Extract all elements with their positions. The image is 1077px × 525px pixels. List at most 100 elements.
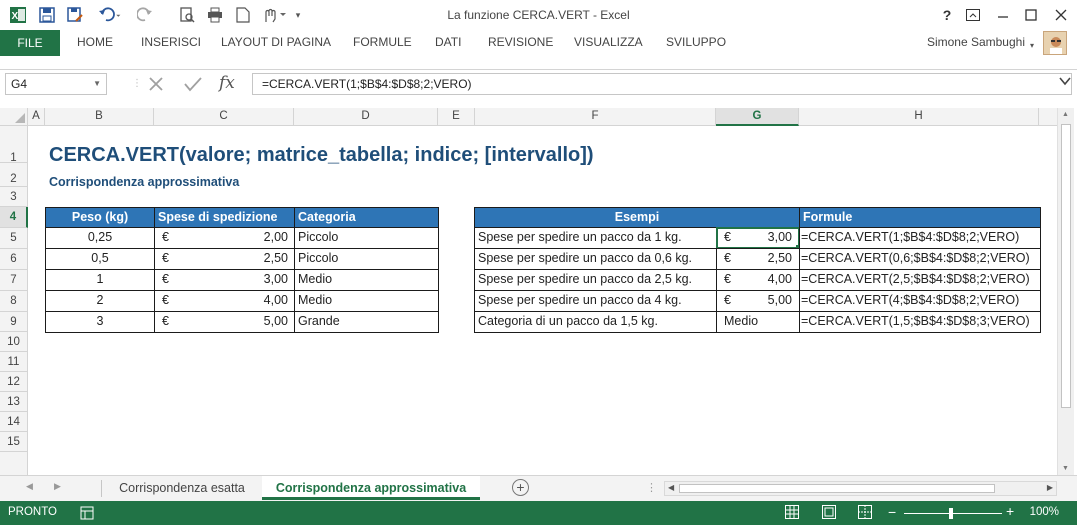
maximize-icon[interactable] xyxy=(1020,4,1042,26)
zoom-out-icon[interactable]: − xyxy=(888,504,896,520)
tab-layout-di-pagina[interactable]: LAYOUT DI PAGINA xyxy=(221,35,331,49)
vertical-scroll-thumb[interactable] xyxy=(1061,124,1071,408)
example-formula-cell[interactable]: =CERCA.VERT(1,5;$B$4:$D$8;3;VERO) xyxy=(799,311,1041,333)
row-header-10[interactable]: 10 xyxy=(0,332,28,352)
lookup-categoria-cell[interactable]: Grande xyxy=(294,311,439,333)
zoom-slider-thumb[interactable] xyxy=(949,508,953,519)
lookup-spese-cell[interactable]: € 5,00 xyxy=(154,311,295,333)
minimize-icon[interactable] xyxy=(992,4,1014,26)
column-header-c[interactable]: C xyxy=(154,108,294,126)
lookup-header-categoria[interactable]: Categoria xyxy=(294,207,439,228)
page-break-view-icon[interactable] xyxy=(858,505,872,522)
column-header-b[interactable]: B xyxy=(45,108,154,126)
row-header-6[interactable]: 6 xyxy=(0,249,28,270)
example-formula-cell[interactable]: =CERCA.VERT(2,5;$B$4:$D$8;2;VERO) xyxy=(799,269,1041,291)
example-desc-cell[interactable]: Spese per spedire un pacco da 2,5 kg. xyxy=(474,269,717,291)
examples-header-formule[interactable]: Formule xyxy=(799,207,1041,228)
new-sheet-icon[interactable]: + xyxy=(512,479,529,496)
close-icon[interactable] xyxy=(1050,4,1072,26)
lookup-peso-cell[interactable]: 2 xyxy=(45,290,155,312)
lookup-peso-cell[interactable]: 3 xyxy=(45,311,155,333)
name-box[interactable]: G4 ▼ xyxy=(5,73,107,95)
horizontal-scroll-thumb[interactable] xyxy=(679,484,995,493)
row-header-2[interactable]: 2 xyxy=(0,163,28,187)
ribbon-display-options-icon[interactable] xyxy=(962,4,984,26)
row-header-4[interactable]: 4 xyxy=(0,207,28,228)
scroll-up-icon[interactable]: ▲ xyxy=(1062,111,1069,118)
lookup-spese-cell[interactable]: € 2,50 xyxy=(154,248,295,270)
example-desc-cell[interactable]: Categoria di un pacco da 1,5 kg. xyxy=(474,311,717,333)
insert-function-icon[interactable]: fx xyxy=(219,73,235,93)
lookup-peso-cell[interactable]: 1 xyxy=(45,269,155,291)
example-value-cell[interactable]: Medio xyxy=(716,311,800,333)
example-value-cell[interactable]: € 2,50 xyxy=(716,248,800,270)
normal-view-icon[interactable] xyxy=(785,505,799,522)
tab-sviluppo[interactable]: SVILUPPO xyxy=(666,35,726,49)
scroll-down-icon[interactable]: ▼ xyxy=(1062,465,1069,472)
zoom-slider-track[interactable] xyxy=(904,513,1002,514)
confirm-entry-icon[interactable] xyxy=(183,75,203,98)
name-box-dropdown-icon[interactable]: ▼ xyxy=(93,79,101,88)
expand-formula-bar-icon[interactable] xyxy=(1059,76,1071,89)
example-value-cell[interactable]: € 3,00 xyxy=(716,227,800,249)
row-header-8[interactable]: 8 xyxy=(0,291,28,312)
row-header-5[interactable]: 5 xyxy=(0,228,28,249)
account-dropdown-icon[interactable]: ▾ xyxy=(1030,41,1034,50)
column-header-a[interactable]: A xyxy=(28,108,45,126)
example-value-cell[interactable]: € 5,00 xyxy=(716,290,800,312)
example-desc-cell[interactable]: Spese per spedire un pacco da 1 kg. xyxy=(474,227,717,249)
lookup-spese-cell[interactable]: € 2,00 xyxy=(154,227,295,249)
cancel-entry-icon[interactable] xyxy=(147,75,165,98)
zoom-level[interactable]: 100% xyxy=(1030,506,1059,518)
lookup-categoria-cell[interactable]: Piccolo xyxy=(294,248,439,270)
example-formula-cell[interactable]: =CERCA.VERT(4;$B$4:$D$8;2;VERO) xyxy=(799,290,1041,312)
avatar[interactable] xyxy=(1043,31,1067,55)
macro-recording-icon[interactable] xyxy=(80,506,94,523)
worksheet-grid[interactable]: A B C D E F G H 1 2 3 4 5 6 7 8 9 10 11 … xyxy=(0,108,1077,475)
user-name[interactable]: Simone Sambughi xyxy=(927,35,1025,49)
column-header-f[interactable]: F xyxy=(475,108,716,126)
example-desc-cell[interactable]: Spese per spedire un pacco da 0,6 kg. xyxy=(474,248,717,270)
select-all-corner[interactable] xyxy=(0,108,28,126)
example-formula-cell[interactable]: =CERCA.VERT(0,6;$B$4:$D$8;2;VERO) xyxy=(799,248,1041,270)
column-header-h[interactable]: H xyxy=(799,108,1039,126)
formula-bar-grip-icon[interactable]: ⋮ xyxy=(132,78,142,94)
sheet-subtitle[interactable]: Corrispondenza approssimativa xyxy=(49,175,239,189)
tab-revisione[interactable]: REVISIONE xyxy=(488,35,553,49)
lookup-spese-cell[interactable]: € 4,00 xyxy=(154,290,295,312)
scroll-right-icon[interactable]: ▶ xyxy=(1047,483,1053,492)
tab-split-handle-icon[interactable]: ⋮ xyxy=(646,481,657,494)
tab-visualizza[interactable]: VISUALIZZA xyxy=(574,35,643,49)
example-desc-cell[interactable]: Spese per spedire un pacco da 4 kg. xyxy=(474,290,717,312)
row-header-9[interactable]: 9 xyxy=(0,312,28,332)
lookup-spese-cell[interactable]: € 3,00 xyxy=(154,269,295,291)
column-header-e[interactable]: E xyxy=(438,108,475,126)
tab-dati[interactable]: DATI xyxy=(435,35,461,49)
example-value-cell[interactable]: € 4,00 xyxy=(716,269,800,291)
row-header-1[interactable]: 1 xyxy=(0,126,28,164)
row-header-13[interactable]: 13 xyxy=(0,392,28,412)
lookup-categoria-cell[interactable]: Medio xyxy=(294,290,439,312)
row-header-7[interactable]: 7 xyxy=(0,270,28,291)
example-formula-cell[interactable]: =CERCA.VERT(1;$B$4:$D$8;2;VERO) xyxy=(799,227,1041,249)
vertical-scrollbar[interactable]: ▲ ▼ xyxy=(1057,108,1074,475)
lookup-peso-cell[interactable]: 0,5 xyxy=(45,248,155,270)
row-header-12[interactable]: 12 xyxy=(0,372,28,392)
lookup-categoria-cell[interactable]: Medio xyxy=(294,269,439,291)
tab-home[interactable]: HOME xyxy=(77,35,113,49)
row-header-11[interactable]: 11 xyxy=(0,352,28,372)
examples-header-esempi[interactable]: Esempi xyxy=(474,207,800,228)
help-icon[interactable]: ? xyxy=(936,4,958,26)
sheet-tab-corrispondenza-esatta[interactable]: Corrispondenza esatta xyxy=(102,476,262,500)
formula-input[interactable]: =CERCA.VERT(1;$B$4:$D$8;2;VERO) xyxy=(252,73,1072,95)
tab-inserisci[interactable]: INSERISCI xyxy=(141,35,201,49)
tab-file[interactable]: FILE xyxy=(0,30,60,56)
scroll-left-icon[interactable]: ◀ xyxy=(668,483,674,492)
tab-formule[interactable]: FORMULE xyxy=(353,35,412,49)
sheet-title[interactable]: CERCA.VERT(valore; matrice_tabella; indi… xyxy=(49,144,594,167)
horizontal-scrollbar[interactable]: ◀ ▶ xyxy=(664,481,1057,496)
scroll-tabs-left-icon[interactable]: ◀ xyxy=(26,481,33,492)
lookup-peso-cell[interactable]: 0,25 xyxy=(45,227,155,249)
column-header-g[interactable]: G xyxy=(716,108,799,126)
lookup-header-spese[interactable]: Spese di spedizione xyxy=(154,207,295,228)
